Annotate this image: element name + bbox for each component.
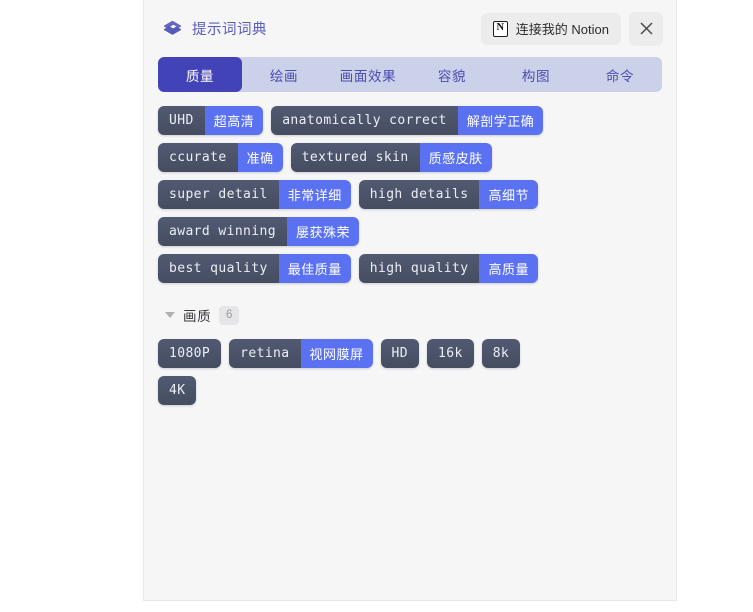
tag-award-winning[interactable]: award winning 屡获殊荣 [158, 217, 359, 246]
primary-tag-list: UHD 超高清 anatomically correct 解剖学正确 ccura… [158, 106, 558, 283]
tag-cn-label: 非常详细 [278, 180, 351, 209]
tag-en-label: 1080P [158, 339, 222, 368]
tag-high-quality[interactable]: high quality 高质量 [358, 254, 538, 283]
tag-en-label: ccurate [158, 143, 238, 172]
tag-hd[interactable]: HD [380, 339, 419, 368]
tag-cn-label: 超高清 [204, 106, 264, 135]
tag-en-label: UHD [158, 106, 205, 135]
panel-header-left: 提示词词典 [162, 18, 267, 39]
tab-picture-effect[interactable]: 画面效果 [326, 57, 410, 92]
tag-4k[interactable]: 4K [158, 376, 197, 405]
screen: 提示词词典 N 连接我的 Notion 质量 绘画 画面效果 容貌 构图 命令 … [0, 0, 753, 612]
connect-notion-label: 连接我的 Notion [515, 22, 609, 37]
tag-en-label: super detail [158, 180, 279, 209]
chevron-down-icon [165, 312, 175, 318]
tag-body: UHD 超高清 anatomically correct 解剖学正确 ccura… [144, 92, 676, 600]
tag-cn-label: 准确 [237, 143, 283, 172]
tag-cn-label: 高细节 [479, 180, 538, 209]
tag-en-label: HD [380, 339, 419, 368]
section-header-image-quality[interactable]: 画质 6 [165, 305, 662, 325]
tag-cn-label: 解剖学正确 [457, 106, 544, 135]
tag-super-detail[interactable]: super detail 非常详细 [158, 180, 351, 209]
tag-cn-label: 最佳质量 [278, 254, 351, 283]
tag-16k[interactable]: 16k [427, 339, 474, 368]
tag-ccurate[interactable]: ccurate 准确 [158, 143, 283, 172]
prompt-dictionary-panel: 提示词词典 N 连接我的 Notion 质量 绘画 画面效果 容貌 构图 命令 … [143, 0, 677, 601]
image-quality-tag-list: 1080P retina 视网膜屏 HD 16k 8k 4K [158, 339, 558, 405]
close-button[interactable] [629, 11, 663, 46]
book-icon [162, 18, 183, 39]
tag-en-label: high quality [358, 254, 480, 283]
tag-en-label: 16k [427, 339, 474, 368]
tab-quality[interactable]: 质量 [158, 57, 242, 92]
tag-cn-label: 高质量 [479, 254, 538, 283]
tag-high-details[interactable]: high details 高细节 [358, 180, 538, 209]
tag-en-label: retina [229, 339, 301, 368]
tag-en-label: best quality [158, 254, 279, 283]
connect-notion-button[interactable]: N 连接我的 Notion [480, 12, 621, 45]
tag-8k[interactable]: 8k [481, 339, 521, 368]
tab-painting[interactable]: 绘画 [242, 57, 326, 92]
tag-anatomically-correct[interactable]: anatomically correct 解剖学正确 [271, 106, 544, 135]
tag-en-label: 8k [481, 339, 521, 368]
tag-en-label: award winning [158, 217, 287, 246]
tag-cn-label: 屡获殊荣 [286, 217, 359, 246]
tag-en-label: 4K [158, 376, 197, 405]
tag-en-label: high details [358, 180, 480, 209]
tag-cn-label: 质感皮肤 [419, 143, 492, 172]
panel-header: 提示词词典 N 连接我的 Notion [144, 0, 676, 57]
section-count-badge: 6 [219, 305, 240, 325]
section-title: 画质 [183, 309, 212, 324]
tag-retina[interactable]: retina 视网膜屏 [229, 339, 373, 368]
tab-composition[interactable]: 构图 [494, 57, 578, 92]
tag-textured-skin[interactable]: textured skin 质感皮肤 [290, 143, 492, 172]
tab-appearance[interactable]: 容貌 [410, 57, 494, 92]
tab-command[interactable]: 命令 [578, 57, 662, 92]
notion-icon: N [492, 20, 508, 37]
tag-uhd[interactable]: UHD 超高清 [158, 106, 264, 135]
tag-1080p[interactable]: 1080P [158, 339, 222, 368]
close-icon [639, 21, 654, 36]
category-tabs[interactable]: 质量 绘画 画面效果 容貌 构图 命令 [158, 57, 662, 92]
tag-best-quality[interactable]: best quality 最佳质量 [158, 254, 351, 283]
tag-en-label: anatomically correct [271, 106, 458, 135]
tag-en-label: textured skin [290, 143, 420, 172]
tag-cn-label: 视网膜屏 [300, 339, 373, 368]
page-title: 提示词词典 [192, 22, 267, 38]
